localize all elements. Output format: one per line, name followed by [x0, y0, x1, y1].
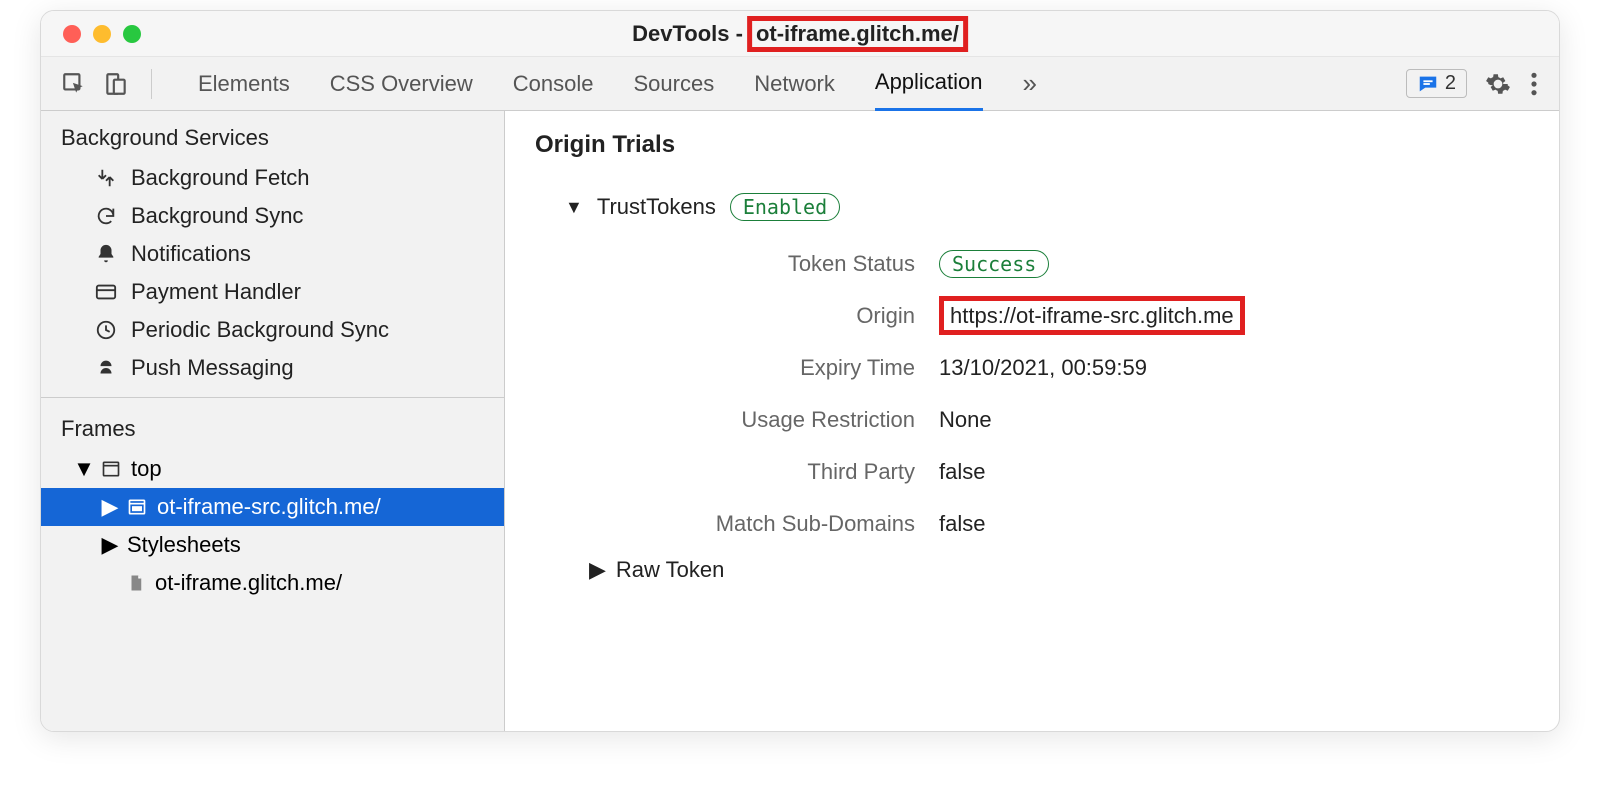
separator — [41, 397, 504, 398]
trial-header[interactable]: ▼ TrustTokens Enabled — [565, 193, 1529, 221]
inspect-icon[interactable] — [61, 71, 87, 97]
settings-gear-icon[interactable] — [1485, 71, 1511, 97]
sidebar-item-notifications[interactable]: Notifications — [41, 235, 504, 273]
push-messaging-icon — [95, 357, 117, 379]
expiry-value: 13/10/2021, 00:59:59 — [939, 355, 1147, 381]
sidebar-item-label: Background Fetch — [131, 165, 310, 191]
trial-name: TrustTokens — [597, 194, 716, 220]
devtools-window: DevTools - ot-iframe.glitch.me/ Elements… — [40, 10, 1560, 732]
raw-token-row[interactable]: ▶ Raw Token — [589, 557, 1529, 583]
tabs-overflow[interactable]: » — [1023, 57, 1037, 111]
iframe-icon — [127, 497, 147, 517]
origin-trials-heading: Origin Trials — [535, 131, 1529, 159]
sidebar-item-label: Push Messaging — [131, 355, 294, 381]
background-fetch-icon — [95, 167, 117, 189]
toolbar-right: 2 — [1406, 69, 1539, 98]
sidebar-item-background-fetch[interactable]: Background Fetch — [41, 159, 504, 197]
trial-status-badge: Enabled — [730, 193, 840, 221]
close-button[interactable] — [63, 25, 81, 43]
sidebar-item-payment-handler[interactable]: Payment Handler — [41, 273, 504, 311]
issues-chat-icon — [1417, 73, 1439, 95]
field-usage: Usage Restriction None — [615, 401, 1529, 439]
titlebar: DevTools - ot-iframe.glitch.me/ — [41, 11, 1559, 57]
window-title: DevTools - ot-iframe.glitch.me/ — [632, 16, 968, 52]
token-status-badge: Success — [939, 250, 1049, 278]
frame-top[interactable]: ▼ top — [41, 450, 504, 488]
frame-stylesheets[interactable]: ▶ Stylesheets — [41, 526, 504, 564]
caret-right-icon: ▶ — [589, 557, 606, 583]
frame-stylesheet-item-label: ot-iframe.glitch.me/ — [155, 570, 342, 596]
caret-down-icon: ▼ — [565, 197, 583, 218]
window-title-url: ot-iframe.glitch.me/ — [747, 16, 968, 52]
field-token-status: Token Status Success — [615, 245, 1529, 283]
issues-count: 2 — [1445, 72, 1456, 95]
frames-title: Frames — [41, 402, 504, 450]
sidebar-item-label: Payment Handler — [131, 279, 301, 305]
caret-right-icon: ▶ — [103, 494, 117, 520]
sidebar-item-label: Notifications — [131, 241, 251, 267]
window-title-prefix: DevTools - — [632, 21, 743, 47]
sidebar-item-periodic-sync[interactable]: Periodic Background Sync — [41, 311, 504, 349]
frame-iframe-selected[interactable]: ▶ ot-iframe-src.glitch.me/ — [41, 488, 504, 526]
field-origin: Origin https://ot-iframe-src.glitch.me — [615, 297, 1529, 335]
field-label: Expiry Time — [615, 355, 915, 381]
tab-application[interactable]: Application — [875, 57, 983, 111]
field-label: Origin — [615, 303, 915, 329]
tabs: Elements CSS Overview Console Sources Ne… — [198, 57, 1384, 111]
caret-down-icon: ▼ — [77, 456, 91, 482]
frames-tree: ▼ top ▶ ot-iframe-src.glitch.me/ ▶ Style… — [41, 450, 504, 612]
toolbar: Elements CSS Overview Console Sources Ne… — [41, 57, 1559, 111]
content-panel: Origin Trials ▼ TrustTokens Enabled Toke… — [505, 111, 1559, 731]
main: Background Services Background Fetch Bac… — [41, 111, 1559, 731]
issues-badge[interactable]: 2 — [1406, 69, 1467, 98]
device-toggle-icon[interactable] — [103, 71, 129, 97]
field-subdomains: Match Sub-Domains false — [615, 505, 1529, 543]
usage-value: None — [939, 407, 992, 433]
frame-stylesheet-item[interactable]: ot-iframe.glitch.me/ — [41, 564, 504, 602]
periodic-sync-icon — [95, 319, 117, 341]
minimize-button[interactable] — [93, 25, 111, 43]
third-party-value: false — [939, 459, 985, 485]
window-frame-icon — [101, 459, 121, 479]
kebab-menu-icon[interactable] — [1529, 71, 1539, 97]
sidebar-item-background-sync[interactable]: Background Sync — [41, 197, 504, 235]
payment-handler-icon — [95, 281, 117, 303]
field-third-party: Third Party false — [615, 453, 1529, 491]
window-controls — [63, 25, 141, 43]
field-label: Third Party — [615, 459, 915, 485]
subdomains-value: false — [939, 511, 985, 537]
raw-token-label: Raw Token — [616, 557, 724, 583]
tab-sources[interactable]: Sources — [633, 57, 714, 111]
tab-elements[interactable]: Elements — [198, 57, 290, 111]
tab-css-overview[interactable]: CSS Overview — [330, 57, 473, 111]
background-sync-icon — [95, 205, 117, 227]
frame-stylesheets-label: Stylesheets — [127, 532, 241, 558]
tab-network[interactable]: Network — [754, 57, 835, 111]
trial-fields: Token Status Success Origin https://ot-i… — [615, 245, 1529, 543]
sidebar-item-label: Periodic Background Sync — [131, 317, 389, 343]
field-label: Usage Restriction — [615, 407, 915, 433]
frame-iframe-label: ot-iframe-src.glitch.me/ — [157, 494, 381, 520]
document-icon — [127, 573, 145, 593]
tab-console[interactable]: Console — [513, 57, 594, 111]
sidebar-item-label: Background Sync — [131, 203, 303, 229]
separator — [151, 69, 152, 99]
field-expiry: Expiry Time 13/10/2021, 00:59:59 — [615, 349, 1529, 387]
notifications-icon — [95, 243, 117, 265]
frame-top-label: top — [131, 456, 162, 482]
background-services-title: Background Services — [41, 111, 504, 159]
sidebar-item-push-messaging[interactable]: Push Messaging — [41, 349, 504, 387]
sidebar: Background Services Background Fetch Bac… — [41, 111, 505, 731]
maximize-button[interactable] — [123, 25, 141, 43]
toolbar-left — [61, 69, 158, 99]
origin-value: https://ot-iframe-src.glitch.me — [939, 296, 1245, 335]
field-label: Match Sub-Domains — [615, 511, 915, 537]
field-label: Token Status — [615, 251, 915, 277]
caret-right-icon: ▶ — [103, 532, 117, 558]
